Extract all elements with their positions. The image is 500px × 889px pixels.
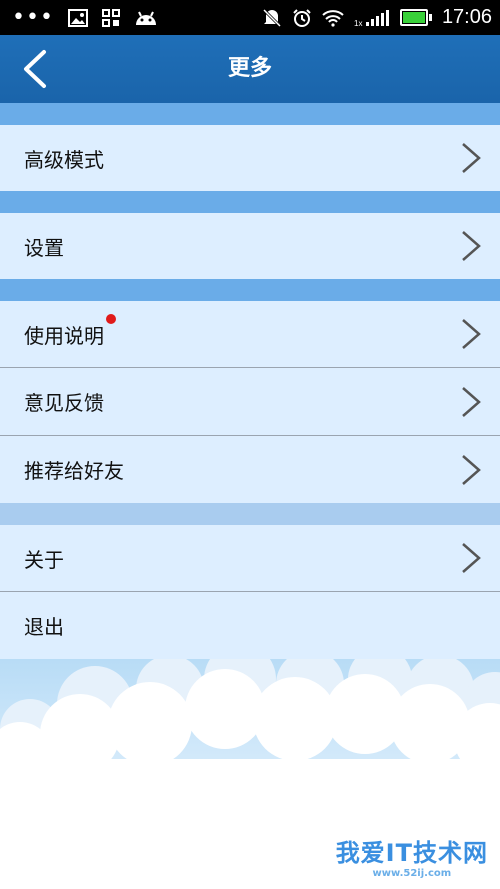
more-dots-icon: ••• <box>12 4 54 30</box>
watermark: 我爱IT技术网 www.52ij.com <box>336 833 488 879</box>
menu-item-logout[interactable]: 退出 <box>0 592 500 659</box>
menu-item-label: 高级模式 <box>24 147 104 172</box>
menu-item-feedback[interactable]: 意见反馈 <box>0 368 500 436</box>
menu-item-label: 设置 <box>24 235 64 260</box>
watermark-sub: www.52ij.com <box>372 868 452 879</box>
back-button[interactable] <box>14 49 54 89</box>
menu-item-label: 推荐给好友 <box>24 459 124 483</box>
chevron-right-icon <box>462 386 481 417</box>
android-icon <box>134 9 158 27</box>
menu-item-label: 退出 <box>24 615 64 639</box>
menu-item-advanced-mode[interactable]: 高级模式 <box>0 125 500 191</box>
menu-item-label: 意见反馈 <box>24 391 104 415</box>
image-icon <box>67 8 88 27</box>
signal-label: 1x <box>354 19 362 27</box>
page-title: 更多 <box>227 56 272 81</box>
battery-icon <box>399 9 432 26</box>
status-bar: ••• 1x 17:06 <box>0 0 500 35</box>
mute-icon <box>262 8 282 28</box>
watermark-main: 我爱IT技术网 <box>335 839 488 867</box>
chevron-right-icon <box>462 231 481 261</box>
wifi-icon <box>322 9 344 27</box>
menu-item-label: 关于 <box>24 547 64 572</box>
chevron-right-icon <box>462 143 481 173</box>
instructions-text: 使用说明 <box>24 323 104 348</box>
notification-dot <box>106 313 116 324</box>
section-divider <box>0 103 500 125</box>
title-bar: 更多 <box>0 35 500 103</box>
menu-item-recommend[interactable]: 推荐给好友 <box>0 436 500 503</box>
grid-icon <box>101 8 120 27</box>
section-divider <box>0 279 500 301</box>
chevron-right-icon <box>462 454 481 485</box>
signal-icon: 1x <box>354 9 390 27</box>
menu-item-label: 使用说明 <box>0 313 116 349</box>
section-divider <box>0 191 500 213</box>
alarm-icon <box>292 8 312 28</box>
menu-item-instructions[interactable]: 使用说明 <box>0 301 500 368</box>
section-divider <box>0 503 500 525</box>
chevron-right-icon <box>462 319 481 349</box>
settings-list: 高级模式 设置 使用说明 意见反馈 推荐给好友 关于 退出 <box>0 103 500 659</box>
chevron-left-icon <box>24 50 46 88</box>
cloud-background: 我爱IT技术网 www.52ij.com <box>0 659 500 889</box>
menu-item-about[interactable]: 关于 <box>0 525 500 592</box>
chevron-right-icon <box>462 543 481 573</box>
clock-time: 17:06 <box>441 6 492 28</box>
menu-item-settings[interactable]: 设置 <box>0 213 500 279</box>
